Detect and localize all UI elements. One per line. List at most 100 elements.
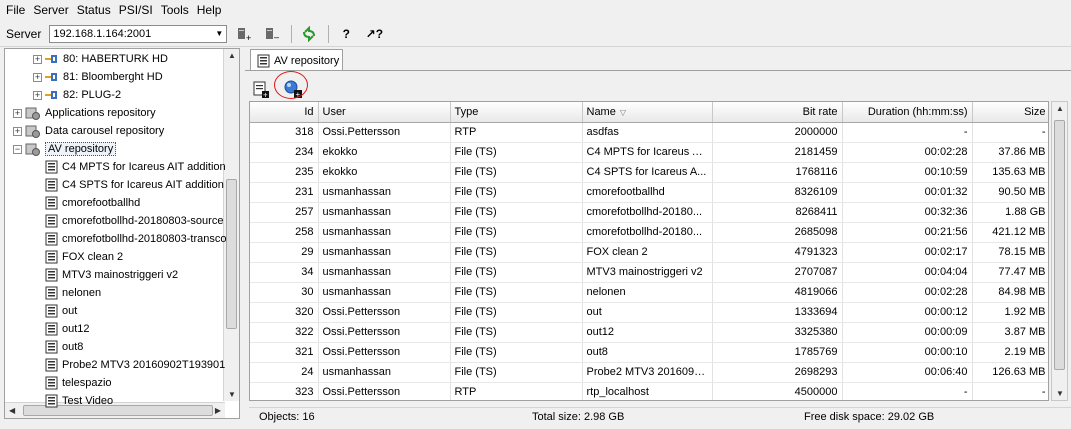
cell-duration: 00:01:32 (842, 182, 973, 203)
column-header-type[interactable]: Type (450, 102, 583, 123)
add-file-icon: + (253, 81, 269, 98)
column-header-bitrate[interactable]: Bit rate (712, 102, 843, 123)
table-row[interactable]: 235 ekokko File (TS) C4 SPTS for Icareus A.… (250, 162, 1048, 183)
tree-item[interactable]: out (45, 302, 77, 320)
repository-tree[interactable]: ▲ ▼ ◀ ▶ +80: HABERTURK HD +81: Bloombergh… (4, 48, 240, 419)
table-row[interactable]: 24 usmanhassan File (TS) Probe2 MTV3 201609… (250, 362, 1048, 383)
expand-icon[interactable]: + (13, 126, 22, 136)
svg-text:+: + (246, 33, 251, 42)
column-header-duration[interactable]: Duration (hh:mm:ss) (842, 102, 973, 123)
server-combo[interactable]: 192.168.1.164:2001 ▼ (49, 24, 228, 43)
tree-item[interactable]: Probe2 MTV3 20160902T193901 (45, 356, 225, 374)
menu-item-tools[interactable]: Tools (157, 3, 193, 17)
tree-item[interactable]: telespazio (45, 374, 112, 392)
tree-horizontal-scrollbar[interactable]: ◀ ▶ (5, 402, 225, 418)
menu-item-status[interactable]: Status (73, 3, 115, 17)
cell-type: File (TS) (450, 182, 583, 203)
cell-user: usmanhassan (318, 262, 451, 283)
file-icon (45, 250, 58, 264)
expand-icon[interactable]: + (33, 90, 42, 100)
tree-item[interactable]: out8 (45, 338, 83, 356)
add-stream-button[interactable]: + (274, 71, 308, 100)
file-icon (45, 394, 58, 408)
expand-icon[interactable]: + (33, 54, 42, 64)
tree-item[interactable]: C4 SPTS for Icareus AIT addition (45, 176, 224, 194)
cell-duration: 00:04:04 (842, 262, 973, 283)
cell-id: 258 (250, 222, 319, 243)
table-row[interactable]: 257 usmanhassan File (TS) cmorefotbollhd-20… (250, 202, 1048, 223)
tree-item[interactable]: Test Video (45, 392, 113, 410)
tree-item[interactable]: C4 MPTS for Icareus AIT addition (45, 158, 226, 176)
table-row[interactable]: 322 Ossi.Pettersson File (TS) out12 3325380 0… (250, 322, 1048, 343)
menu-item-file[interactable]: File (2, 3, 29, 17)
free-disk-space: Free disk space: 29.02 GB (804, 411, 935, 423)
tree-vertical-scrollbar[interactable]: ▲ ▼ (223, 49, 239, 401)
tree-item[interactable]: +82: PLUG-2 (33, 86, 121, 104)
context-help-button[interactable]: ↗? (363, 24, 385, 44)
table-row[interactable]: 258 usmanhassan File (TS) cmorefotbollhd-20… (250, 222, 1048, 243)
table-vertical-scrollbar[interactable]: ▲ ▼ (1051, 101, 1068, 401)
table-row[interactable]: 320 Ossi.Pettersson File (TS) out 1333694 00:… (250, 302, 1048, 323)
tree-item[interactable]: FOX clean 2 (45, 248, 123, 266)
expand-icon[interactable]: + (33, 72, 42, 82)
table-row[interactable]: 30 usmanhassan File (TS) nelonen 4819066 00:0… (250, 282, 1048, 303)
service-icon (45, 73, 57, 81)
av-repository-table[interactable]: Id User Type Name ▽ Bit rate Duration (hh… (249, 101, 1049, 401)
column-header-id[interactable]: Id (250, 102, 319, 123)
tree-item[interactable]: MTV3 mainostriggeri v2 (45, 266, 178, 284)
scroll-down-icon[interactable]: ▼ (228, 390, 236, 399)
remove-server-button[interactable]: – (261, 24, 283, 44)
tree-item[interactable]: out12 (45, 320, 90, 338)
tree-item[interactable]: + Data carousel repository (13, 122, 164, 140)
file-icon (45, 304, 58, 318)
cell-duration: 00:02:28 (842, 142, 973, 163)
cell-user: usmanhassan (318, 242, 451, 263)
tree-item[interactable]: + Applications repository (13, 104, 156, 122)
table-row[interactable]: 321 Ossi.Pettersson File (TS) out8 1785769 00… (250, 342, 1048, 363)
tree-item[interactable]: cmorefootballhd (45, 194, 140, 212)
repository-icon (25, 107, 40, 120)
tree-item[interactable]: +81: Bloomberght HD (33, 68, 163, 86)
menu-item-psi-si[interactable]: PSI/SI (115, 3, 157, 17)
expand-icon[interactable]: + (13, 108, 22, 118)
table-scroll-thumb[interactable] (1054, 120, 1065, 370)
table-row[interactable]: 34 usmanhassan File (TS) MTV3 mainostrigger… (250, 262, 1048, 283)
tab-av-repository[interactable]: AV repository (250, 49, 343, 71)
file-icon (45, 160, 58, 174)
column-header-name[interactable]: Name ▽ (582, 102, 713, 123)
tree-item[interactable]: cmorefotbollhd-20180803-source (45, 212, 223, 230)
table-row[interactable]: 318 Ossi.Pettersson RTP asdfas 2000000- - (250, 122, 1048, 143)
cell-type: File (TS) (450, 322, 583, 343)
scroll-up-icon[interactable]: ▲ (1056, 104, 1064, 113)
file-icon (45, 196, 58, 210)
scroll-left-icon[interactable]: ◀ (9, 406, 15, 415)
table-row[interactable]: 29 usmanhassan File (TS) FOX clean 2 4791323… (250, 242, 1048, 263)
scroll-down-icon[interactable]: ▼ (1056, 389, 1064, 398)
tree-item[interactable]: nelonen (45, 284, 101, 302)
scroll-up-icon[interactable]: ▲ (228, 51, 236, 60)
cell-user: Ossi.Pettersson (318, 322, 451, 343)
column-header-user[interactable]: User (318, 102, 451, 123)
collapse-icon[interactable]: − (13, 144, 22, 154)
tree-item[interactable]: cmorefotbollhd-20180803-transco (45, 230, 227, 248)
tree-scroll-thumb[interactable] (226, 179, 237, 329)
file-icon (45, 340, 58, 354)
cell-id: 231 (250, 182, 319, 203)
tree-item[interactable]: − AV repository (13, 140, 117, 158)
tree-item[interactable]: +80: HABERTURK HD (33, 50, 168, 68)
cell-id: 235 (250, 162, 319, 183)
cell-type: File (TS) (450, 282, 583, 303)
help-button[interactable]: ? (335, 24, 357, 44)
scroll-right-icon[interactable]: ▶ (215, 406, 221, 415)
menu-item-server[interactable]: Server (29, 3, 72, 17)
table-row[interactable]: 234 ekokko File (TS) C4 MPTS for Icareus A.… (250, 142, 1048, 163)
table-row[interactable]: 323 Ossi.Pettersson RTP rtp_localhost 450000… (250, 382, 1048, 400)
chevron-down-icon[interactable]: ▼ (215, 29, 223, 38)
refresh-button[interactable] (298, 24, 320, 44)
menu-item-help[interactable]: Help (193, 3, 226, 17)
column-header-size[interactable]: Size (972, 102, 1048, 123)
cell-name: cmorefootballhd (582, 182, 713, 203)
add-file-button[interactable]: + (250, 78, 272, 100)
add-server-button[interactable]: + (233, 24, 255, 44)
table-row[interactable]: 231 usmanhassan File (TS) cmorefootballhd 83… (250, 182, 1048, 203)
